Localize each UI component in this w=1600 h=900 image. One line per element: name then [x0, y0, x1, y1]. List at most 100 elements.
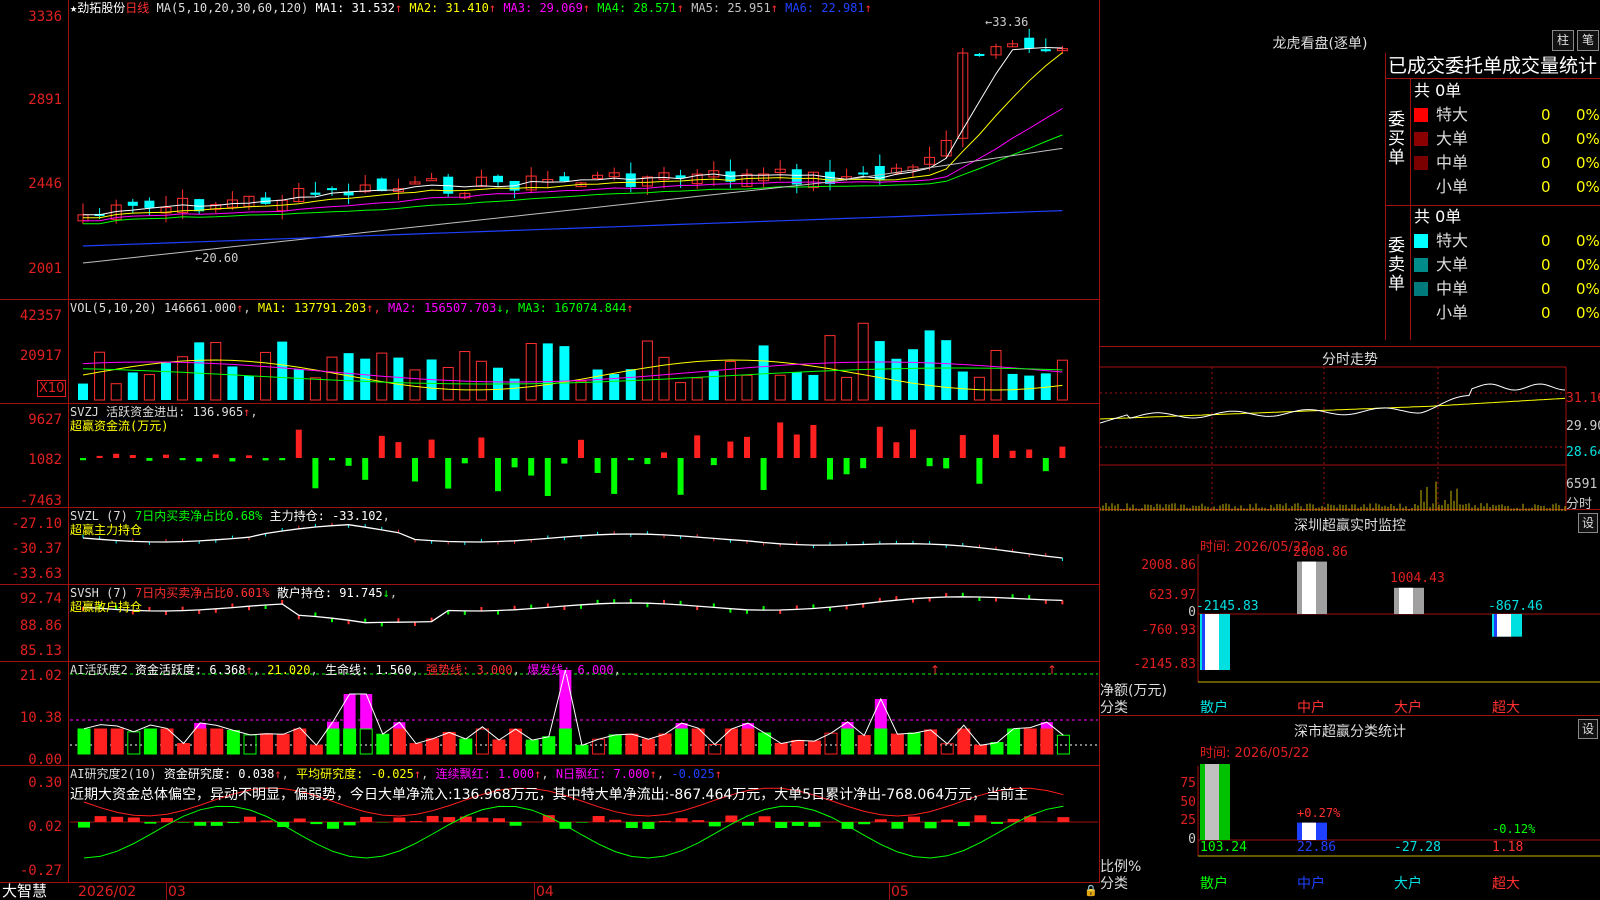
- air-ytick-0: 0.30: [28, 775, 62, 791]
- svzj-bar-neg: [495, 458, 501, 492]
- szc-top-label-1: +0.27%: [1297, 806, 1341, 820]
- ai-bar: [392, 728, 406, 755]
- vol-bar-up: [177, 356, 189, 401]
- svzj-desc: 活跃资金进出: 136.965: [106, 405, 244, 419]
- vol-bar-down: [874, 341, 885, 400]
- ai-active-panel[interactable]: ↑ ↑ AI活跃度2 资金活跃度: 6.368↑, 21.020, 生命线: 1.…: [0, 662, 1100, 766]
- ai-ytick-0: 21.02: [19, 668, 62, 684]
- ai-bar: [542, 736, 556, 755]
- ai-ytick-1: 10.38: [19, 710, 62, 726]
- candle-down: [310, 192, 321, 195]
- vol-bar-up: [143, 374, 155, 401]
- kline-panel[interactable]: ←33.36 ←20.60 ★劲拓股份日线 MA(5,10,20,30,60,12…: [0, 0, 1100, 300]
- x-label-3: 05: [891, 884, 909, 900]
- szc-ytick-0: 75: [1180, 776, 1196, 791]
- right-panel: 龙虎看盘(逐单) 柱 笔 已成交委托单成交量统计 委买单 共 0单 特大 0 0% 大…: [1100, 0, 1600, 900]
- vol-bar-down: [791, 372, 802, 400]
- ai-bar: [973, 744, 987, 755]
- ai-bar: [127, 731, 141, 755]
- vol-panel[interactable]: VOL(5,10,20) 146661.000↑, MA1: 137791.20…: [0, 300, 1100, 404]
- intra-avg-line: [1100, 397, 1566, 420]
- svsh-panel[interactable]: SVSH (7) 7日内买卖净占比0.601% 散户持仓: 91.745↓, 超…: [0, 585, 1100, 662]
- svzj-bar-neg: [677, 458, 684, 495]
- kline-ytick-3: 2001: [28, 261, 62, 277]
- svzj-bar-pos: [727, 441, 734, 458]
- buy-color-swatch-0: [1414, 108, 1428, 122]
- szm-value-label-0: -2145.83: [1196, 599, 1259, 614]
- svzj-bar-neg: [611, 458, 618, 494]
- ai-bar: [77, 728, 91, 755]
- air-bar-pos: [974, 815, 987, 822]
- sz-monitor-panel[interactable]: 深圳超赢实时监控 设 时间: 2026/05/22 2008.86 623.97…: [1100, 510, 1600, 716]
- intraday-panel[interactable]: 分时走势 31.16 29.90 28.64 6591 分时: [1100, 346, 1600, 512]
- ma-line-1: [82, 46, 1063, 216]
- vol-ma-1: MA1: 137791.203: [257, 301, 367, 315]
- svzj-bar-pos: [129, 455, 136, 458]
- air-bar-pos: [493, 818, 505, 822]
- ai-bar: [990, 742, 1004, 755]
- buy-row-label-3: 小单: [1436, 177, 1469, 196]
- air-bar-pos: [1057, 817, 1070, 822]
- svzj-bar-neg: [528, 458, 535, 476]
- ma-value-4: MA4: 28.571: [597, 1, 677, 15]
- buy-row-value-1: 0: [1541, 130, 1551, 148]
- buy-color-swatch-1: [1414, 132, 1428, 146]
- svzj-bar-neg: [329, 458, 335, 461]
- ai-bar: [143, 728, 157, 755]
- vol-ma-2: MA2: 156507.703: [387, 301, 497, 315]
- ai-research-chart[interactable]: [0, 766, 1100, 883]
- vol-bar-up: [525, 342, 537, 401]
- vol-bar-up: [575, 380, 587, 401]
- svzj-bar-neg: [196, 458, 203, 462]
- ai-bar: [907, 732, 921, 755]
- intra-price-line: [1100, 383, 1566, 424]
- ai-bar-burst: [874, 699, 887, 729]
- svzl-panel[interactable]: SVZL (7) 7日内买卖净占比0.68% 主力持仓: -33.102, 超赢…: [0, 508, 1100, 585]
- szc-ytick-3: 0: [1188, 832, 1196, 847]
- ai-bar: [326, 728, 340, 755]
- svzl-ytick-0: -27.10: [11, 516, 62, 532]
- svzj-bar-pos: [96, 455, 103, 458]
- svzj-bar-neg: [544, 458, 551, 496]
- ai-research-panel[interactable]: AI研究度2(10) 资金研究度: 0.038↑, 平均研究度: -0.025↑…: [0, 766, 1100, 883]
- intraday-chart[interactable]: [1100, 347, 1600, 511]
- szm-bar-highlight-2: [1399, 587, 1413, 614]
- svzj-ytick-0: 9627: [28, 412, 62, 428]
- svzj-bar-neg: [412, 458, 418, 482]
- szc-bar-highlight-0: [1205, 764, 1219, 840]
- svzj-panel[interactable]: SVZJ 活跃资金进出: 136.965↑, 超赢资金流(万元): [0, 404, 1100, 508]
- ai-bar: [260, 733, 274, 755]
- svzj-bar-neg: [644, 458, 651, 465]
- svzj-bar-neg: [262, 458, 269, 461]
- ai-bar: [276, 733, 290, 755]
- svzj-bar-pos: [793, 434, 800, 458]
- szm-category-3: 超大: [1492, 700, 1520, 716]
- vol-bar-up: [210, 341, 222, 401]
- buy-side-label: 委买单: [1388, 110, 1405, 168]
- period-label[interactable]: 日线: [125, 1, 149, 15]
- tick-toggle-button[interactable]: 笔: [1577, 30, 1599, 51]
- svzj-bar-pos: [428, 439, 435, 458]
- szm-value-label-1: 2008.86: [1293, 544, 1348, 560]
- svzj-bar-pos: [212, 454, 219, 458]
- vol-label: VOL(5,10,20): [70, 301, 157, 315]
- svzj-bar-pos: [661, 452, 667, 458]
- svzj-bar-pos: [777, 422, 784, 458]
- lock-icon[interactable]: 🔒: [1084, 884, 1098, 897]
- ai-bar: [575, 744, 589, 755]
- vol-unit: X10: [37, 380, 67, 397]
- ai-bar: [608, 734, 622, 755]
- bar-toggle-button[interactable]: 柱: [1552, 30, 1574, 51]
- svzj-bar-neg: [146, 458, 153, 461]
- air-bar-neg: [924, 822, 937, 829]
- sell-row-pct-1: 0%: [1576, 256, 1600, 274]
- szc-bottom-value-2: -27.28: [1394, 840, 1441, 855]
- vol-chart[interactable]: [0, 300, 1100, 404]
- sz-class-panel[interactable]: 深市超赢分类统计 设 时间: 2026/05/22 75 50 25 0 比例%…: [1100, 716, 1600, 900]
- ai-active-chart[interactable]: ↑ ↑: [0, 662, 1100, 766]
- svzj-bar-neg: [976, 458, 983, 484]
- air-bar-pos: [476, 817, 489, 822]
- szm-bar-highlight-0: [1205, 614, 1219, 670]
- kline-chart[interactable]: ←33.36 ←20.60: [0, 0, 1100, 300]
- brand-label[interactable]: 大智慧: [2, 883, 47, 900]
